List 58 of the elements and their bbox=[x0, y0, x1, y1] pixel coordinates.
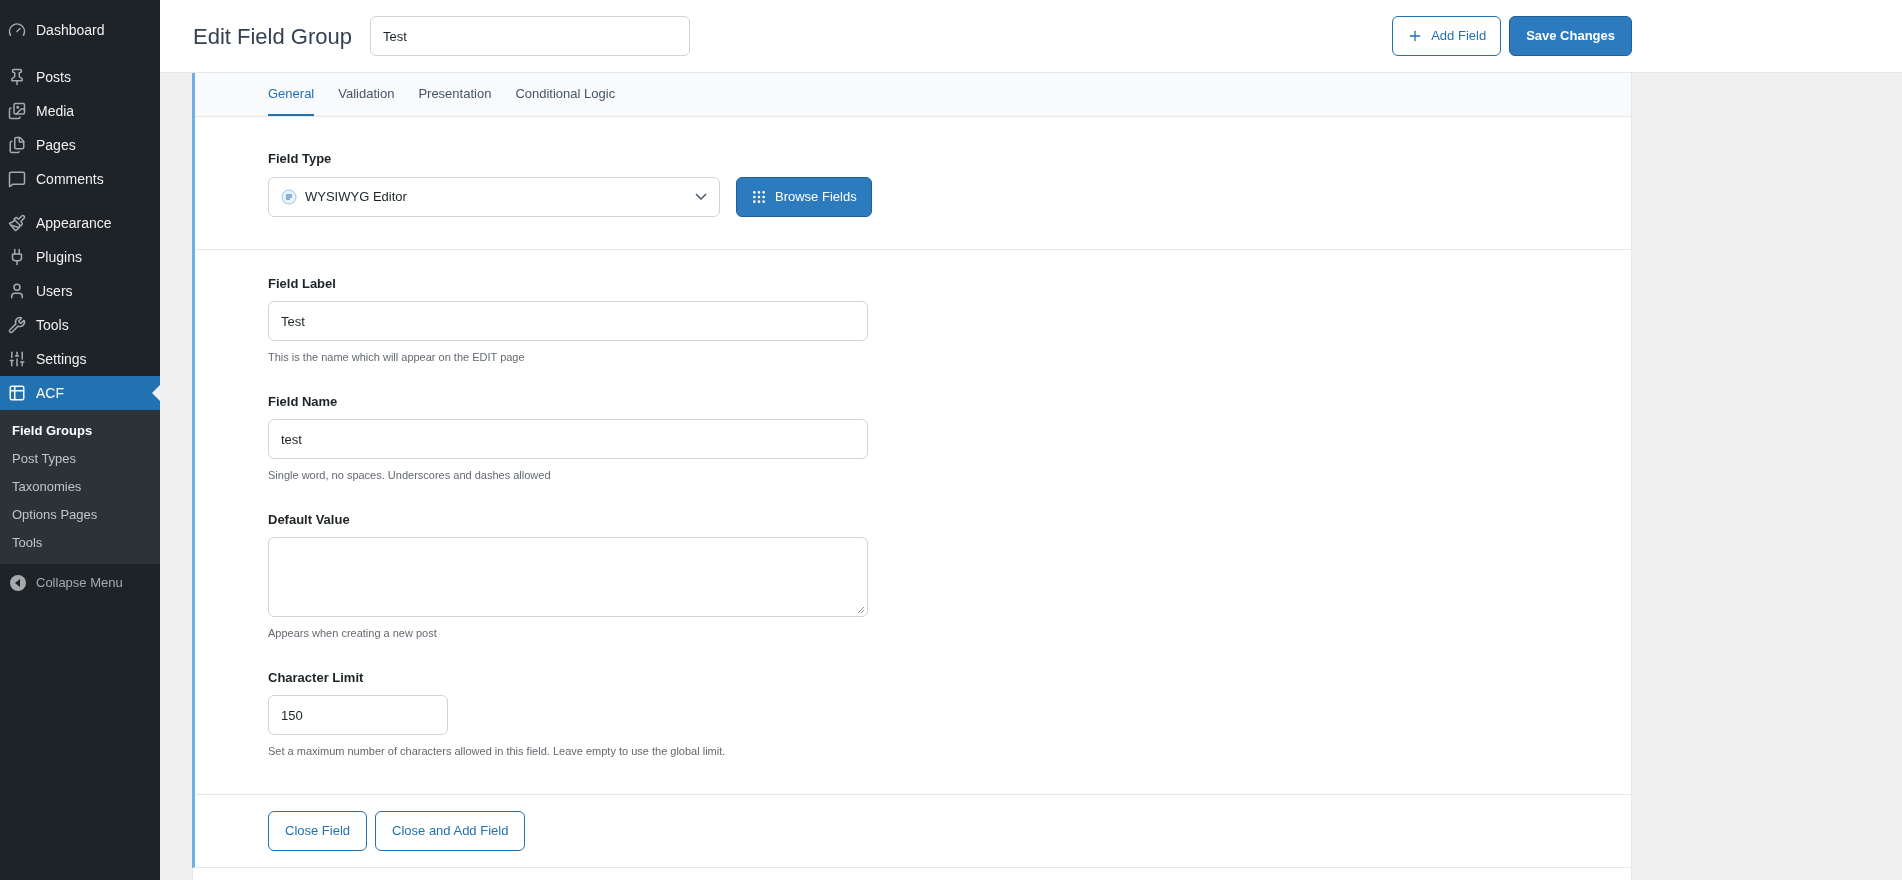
field-hint: This is the name which will appear on the EDIT page bbox=[268, 350, 525, 365]
field-hint: Appears when creating a new post bbox=[268, 626, 437, 641]
pages-icon bbox=[8, 136, 26, 154]
field-hint: Set a maximum number of characters allowed in this field. Leave empty to use the global limit. bbox=[268, 744, 726, 759]
resize-handle-icon bbox=[857, 606, 865, 614]
browse-fields-button[interactable]: Browse Fields bbox=[736, 176, 872, 217]
add-field-button[interactable]: Add Field bbox=[1392, 16, 1502, 56]
wrench-icon bbox=[8, 316, 26, 334]
grid-dots-icon bbox=[751, 188, 767, 205]
tab[interactable]: Presentation bbox=[418, 73, 492, 116]
field-label: Field Label bbox=[268, 274, 336, 293]
menu-item[interactable]: Posts bbox=[0, 60, 160, 94]
menu-item[interactable]: Comments bbox=[0, 162, 160, 196]
submenu-item[interactable]: Field Groups bbox=[0, 417, 160, 445]
sliders-icon bbox=[8, 350, 26, 368]
media-icon bbox=[8, 102, 26, 120]
footer-button[interactable]: Close and Add Field bbox=[375, 810, 526, 851]
page-title: Edit Field Group bbox=[193, 22, 352, 51]
pin-icon bbox=[8, 68, 26, 86]
field-type-select[interactable]: WYSIWYG Editor bbox=[268, 176, 720, 217]
menu-item[interactable]: Pages bbox=[0, 128, 160, 162]
menu-item[interactable]: Settings bbox=[0, 342, 160, 376]
menu-item[interactable]: Dashboard bbox=[0, 13, 160, 47]
menu-item[interactable]: Media bbox=[0, 94, 160, 128]
comment-icon bbox=[8, 170, 26, 188]
input-field[interactable]: 150 bbox=[268, 695, 448, 735]
menu-item[interactable]: Appearance bbox=[0, 206, 160, 240]
field-label: Character Limit bbox=[268, 668, 364, 687]
selection-notch bbox=[152, 385, 160, 401]
dashboard-icon bbox=[8, 21, 26, 39]
collapse-icon bbox=[10, 575, 26, 591]
submenu-item[interactable]: Options Pages bbox=[0, 501, 160, 529]
tab[interactable]: General bbox=[268, 73, 315, 116]
table-icon bbox=[8, 384, 26, 402]
submenu-item[interactable]: Taxonomies bbox=[0, 473, 160, 501]
input-field[interactable]: test bbox=[268, 419, 868, 459]
field-hint: Single word, no spaces. Underscores and dashes allowed bbox=[268, 468, 551, 483]
user-icon bbox=[8, 282, 26, 300]
collapse-menu-button[interactable]: Collapse Menu bbox=[0, 566, 160, 600]
submenu-item[interactable]: Tools bbox=[0, 529, 160, 557]
field-label: Field Type bbox=[268, 150, 333, 168]
field-label: Field Name bbox=[268, 392, 338, 411]
title-input[interactable]: Test bbox=[369, 16, 690, 56]
paintbrush-icon bbox=[8, 214, 26, 232]
chevron-down-icon bbox=[695, 193, 707, 200]
editor-type-icon bbox=[281, 188, 297, 205]
footer-button[interactable]: Close Field bbox=[268, 810, 368, 851]
field-label: Default Value bbox=[268, 510, 350, 529]
save-changes-button[interactable]: Save Changes bbox=[1509, 16, 1632, 56]
menu-item[interactable]: ACF bbox=[0, 376, 160, 410]
submenu-item[interactable]: Post Types bbox=[0, 445, 160, 473]
menu-item[interactable]: Users bbox=[0, 274, 160, 308]
menu-item[interactable]: Plugins bbox=[0, 240, 160, 274]
input-field[interactable]: Test bbox=[268, 301, 868, 341]
tab[interactable]: Conditional Logic bbox=[515, 73, 616, 116]
tab[interactable]: Validation bbox=[338, 73, 395, 116]
textarea-field[interactable] bbox=[268, 537, 868, 617]
menu-item[interactable]: Tools bbox=[0, 308, 160, 342]
